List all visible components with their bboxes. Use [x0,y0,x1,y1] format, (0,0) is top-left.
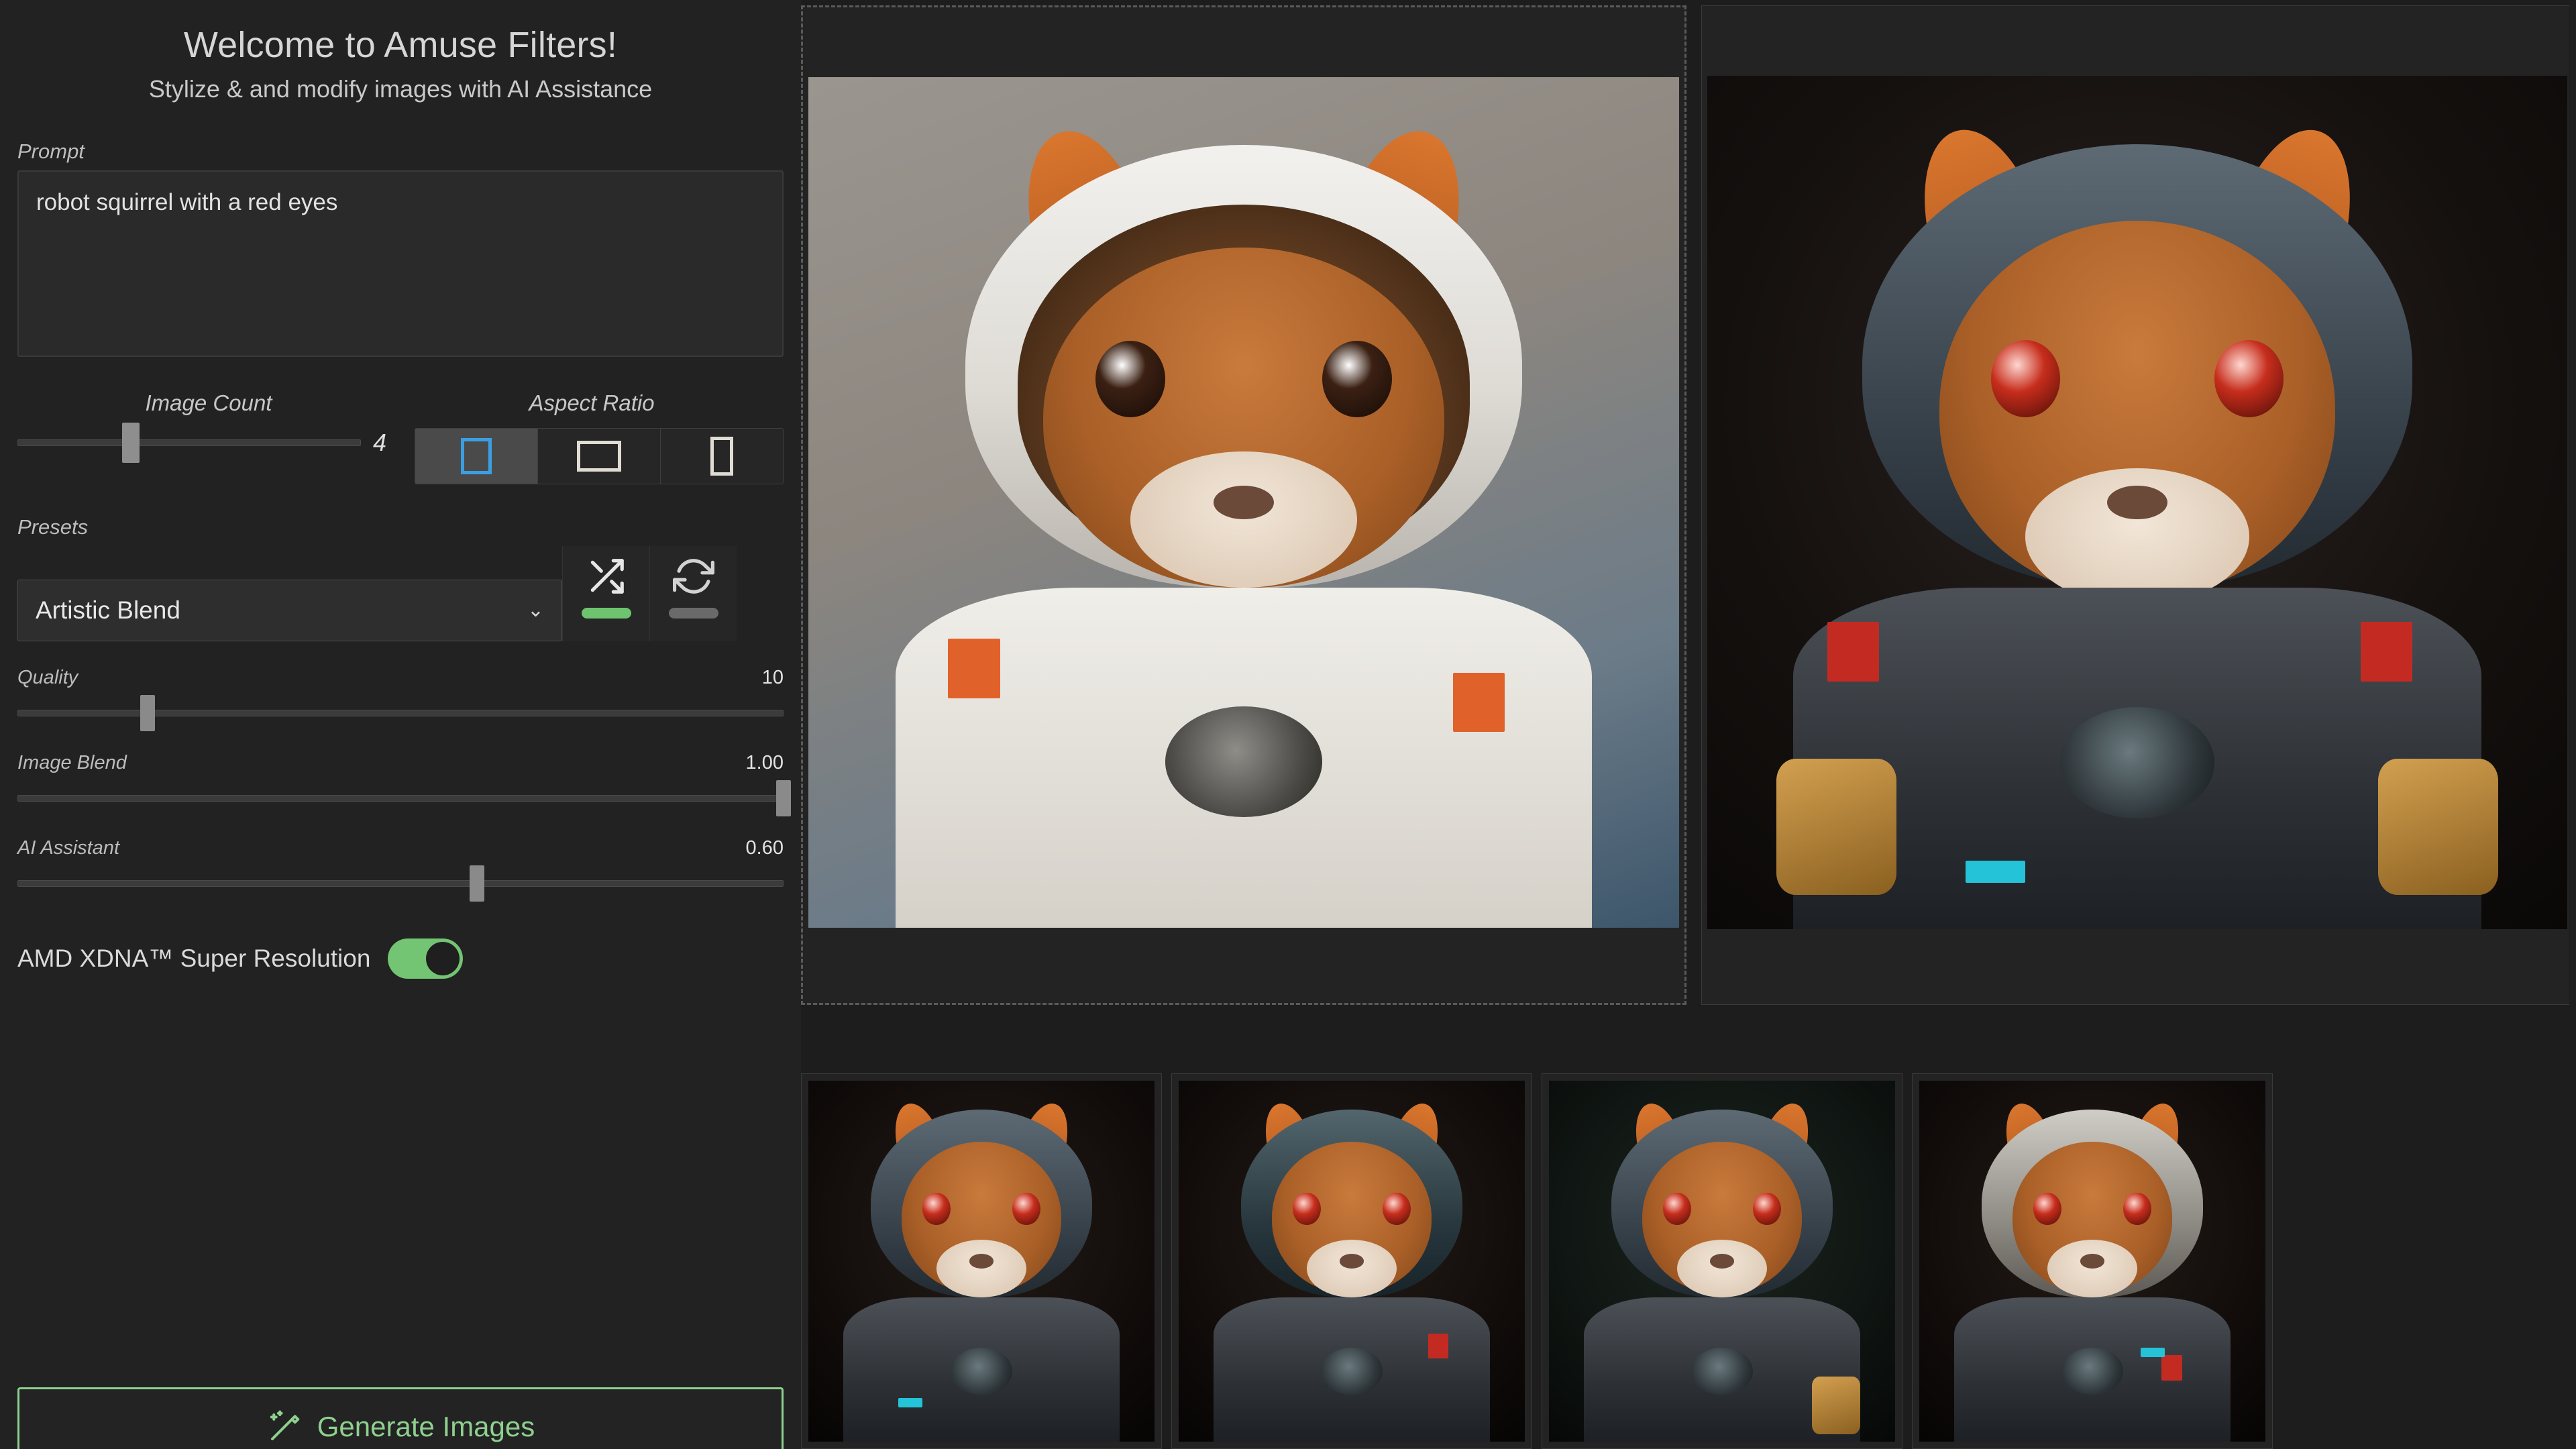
aspect-ratio-portrait-button[interactable] [661,429,783,484]
slider-thumb[interactable] [470,865,485,902]
thumbnail-4[interactable] [1912,1073,2273,1449]
ai-assistant-slider-row: AI Assistant 0.60 [0,837,801,902]
image-count-slider[interactable] [17,423,361,464]
preview-image-2[interactable] [1707,76,2567,929]
thumbnail-artwork [1919,1081,2265,1442]
page-title: Welcome to Amuse Filters! [183,25,618,65]
aspect-ratio-square-button[interactable] [415,429,538,484]
prompt-label: Prompt [17,140,85,164]
thumbnail-artwork [1549,1081,1895,1442]
toggle-knob [426,942,460,976]
gallery-area [801,0,2576,1449]
presets-selected-value: Artistic Blend [36,596,180,625]
image-count-section: Image Count 4 [17,390,400,484]
landscape-icon [577,441,621,472]
count-aspect-row: Image Count 4 Aspect Ratio [0,390,801,485]
generate-images-label: Generate Images [317,1411,535,1442]
quality-label: Quality [17,667,78,689]
slider-track [17,795,784,802]
aspect-ratio-group [415,428,784,485]
left-control-panel: Welcome to Amuse Filters! Stylize & and … [0,0,801,1449]
aspect-ratio-landscape-button[interactable] [538,429,661,484]
slider-thumb[interactable] [121,423,140,464]
artwork-robot-squirrel [1707,76,2567,929]
slider-thumb[interactable] [776,780,791,817]
refresh-icon [672,559,714,594]
quality-slider[interactable] [17,695,784,732]
shuffle-icon [590,559,624,594]
square-icon [461,438,492,475]
thumbnail-artwork [1179,1081,1525,1442]
chevron-down-icon: ⌄ [527,599,544,622]
shuffle-button[interactable] [562,546,649,642]
preview-card-1[interactable] [801,5,1686,1005]
thumbnail-2[interactable] [1171,1073,1532,1449]
image-blend-label: Image Blend [17,752,127,774]
super-resolution-row: AMD XDNA™ Super Resolution [0,938,801,979]
portrait-icon [710,437,733,476]
ai-assistant-label: AI Assistant [17,837,120,859]
presets-select[interactable]: Artistic Blend ⌄ [17,580,562,642]
preview-image-1[interactable] [808,77,1679,928]
panel-header: Welcome to Amuse Filters! Stylize & and … [0,0,801,103]
super-resolution-toggle[interactable] [388,938,464,979]
image-count-label: Image Count [145,390,272,416]
slider-track [17,439,361,447]
preview-card-2[interactable] [1701,5,2573,1005]
vertical-scrollbar[interactable] [2569,0,2576,1449]
slider-track [17,710,784,717]
refresh-button[interactable] [649,546,737,642]
thumbnail-3[interactable] [1542,1073,1902,1449]
super-resolution-label: AMD XDNA™ Super Resolution [17,945,371,973]
image-blend-value: 1.00 [745,752,784,774]
slider-track [17,880,784,888]
prompt-value: robot squirrel with a red eyes [36,189,338,216]
thumbnail-strip [801,1073,2576,1449]
thumbnail-artwork [808,1081,1155,1442]
preview-row [801,5,2576,1005]
quality-slider-row: Quality 10 [0,667,801,732]
thumbnail-1[interactable] [801,1073,1162,1449]
presets-section: Presets Artistic Blend ⌄ [0,515,801,642]
generate-images-button[interactable]: Generate Images [17,1387,784,1449]
refresh-status-led [668,608,718,619]
presets-label: Presets [17,515,89,539]
shuffle-status-led [581,608,631,619]
quality-value: 10 [761,667,784,689]
image-blend-slider[interactable] [17,780,791,817]
artwork-astronaut-squirrel [808,77,1679,928]
page-subtitle: Stylize & and modify images with AI Assi… [148,75,653,103]
image-blend-slider-row: Image Blend 1.00 [0,752,801,817]
ai-assistant-value: 0.60 [745,837,784,859]
prompt-section: Prompt robot squirrel with a red eyes [0,140,801,358]
aspect-ratio-section: Aspect Ratio [400,390,784,485]
ai-assistant-slider[interactable] [17,865,784,902]
image-count-value: 4 [373,429,387,457]
amuse-filters-window: Welcome to Amuse Filters! Stylize & and … [0,0,2576,1449]
slider-thumb[interactable] [140,695,156,732]
prompt-input[interactable]: robot squirrel with a red eyes [17,170,784,358]
aspect-ratio-label: Aspect Ratio [529,390,655,416]
magic-wand-icon [270,1410,300,1441]
